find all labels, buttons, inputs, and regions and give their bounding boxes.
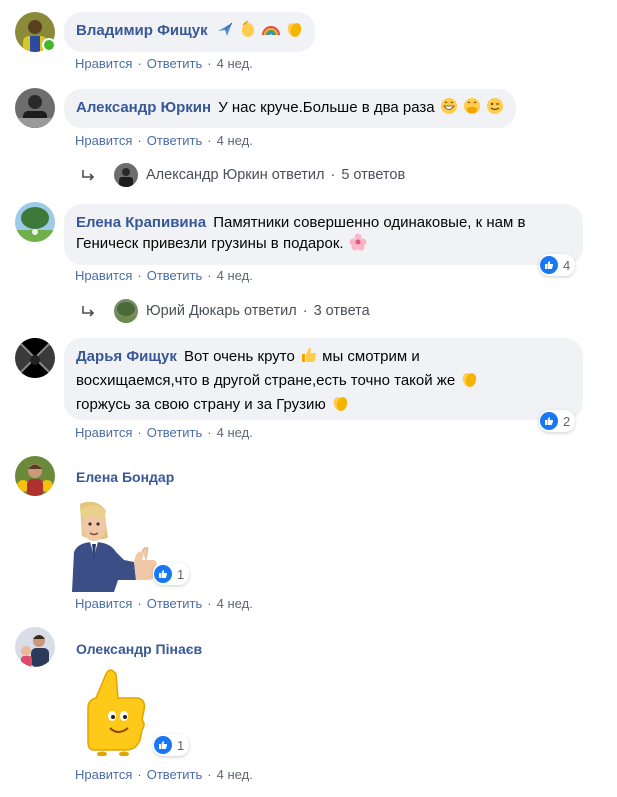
timestamp[interactable]: 4 нед. — [217, 268, 253, 283]
comment-bubble: Александр Юркин У нас круче.Больше в два… — [64, 89, 517, 128]
comment-author[interactable]: Александр Юркин — [76, 99, 211, 116]
comment-text: мы смотрим и — [322, 348, 420, 365]
comment-bubble: Владимир Фищук — [64, 12, 316, 52]
online-status-dot — [42, 38, 56, 52]
comment-text: горжусь за свою страну и за Грузию — [76, 396, 326, 413]
comment-author[interactable]: Владимир Фищук — [76, 22, 208, 39]
reply-link[interactable]: Ответить — [147, 425, 203, 440]
reaction-count[interactable]: 1 — [153, 734, 190, 756]
reaction-count[interactable]: 1 — [153, 563, 190, 585]
like-icon — [154, 736, 172, 754]
reply-count: 5 ответов — [341, 167, 406, 183]
comment-actions: Нравится · Ответить · 4 нед. — [75, 767, 253, 782]
comment-text: восхищаемся,что в другой стране,есть точ… — [76, 372, 456, 389]
comment-actions: Нравится · Ответить · 4 нед. — [75, 268, 253, 283]
reply-link[interactable]: Ответить — [147, 133, 203, 148]
like-icon — [154, 565, 172, 583]
reply-arrow-icon — [80, 303, 96, 319]
comment-author[interactable]: Елена Крапивина — [76, 214, 206, 231]
cartoon-man-thumbs-up-sticker — [64, 500, 162, 592]
clapping-hands-emoji — [285, 20, 303, 44]
comment-actions: Нравится · Ответить · 4 нед. — [75, 56, 253, 71]
reply-link[interactable]: Ответить — [147, 767, 203, 782]
like-link[interactable]: Нравится — [75, 56, 132, 71]
reply-link[interactable]: Ответить — [147, 596, 203, 611]
winking-face-emoji — [486, 97, 504, 121]
reply-count: 3 ответа — [313, 303, 370, 319]
reply-link[interactable]: Ответить — [147, 56, 203, 71]
grinning-face-emoji — [440, 97, 458, 121]
reaction-count[interactable]: 4 — [539, 254, 576, 276]
reply-arrow-icon — [80, 167, 96, 183]
comment-text: Вот очень круто — [184, 348, 295, 365]
comment-author[interactable]: Дарья Фищук — [76, 348, 177, 365]
thumbs-up-character-sticker — [80, 668, 152, 757]
clapping-hands-emoji — [331, 394, 349, 418]
reply-link[interactable]: Ответить — [147, 268, 203, 283]
like-link[interactable]: Нравится — [75, 596, 132, 611]
airplane-emoji — [216, 20, 234, 44]
avatar[interactable] — [15, 88, 55, 128]
hand-over-mouth-emoji — [463, 97, 481, 121]
view-replies[interactable]: Юрий Дюкарь ответил · 3 ответа — [80, 299, 370, 323]
comment-text: Геническ привезли грузины в подарок. — [76, 235, 344, 252]
comment-bubble: Елена Крапивина Памятники совершенно оди… — [64, 204, 583, 265]
reply-avatar — [114, 299, 138, 323]
comment-text: Памятники совершенно одинаковые, к нам в — [213, 214, 526, 231]
like-link[interactable]: Нравится — [75, 133, 132, 148]
avatar[interactable] — [15, 202, 55, 242]
comment-bubble: Дарья Фищук Вот очень круто мы смотрим и… — [64, 338, 583, 420]
avatar[interactable] — [15, 627, 55, 667]
comment-actions: Нравится · Ответить · 4 нед. — [75, 425, 253, 440]
comment-author[interactable]: Олександр Пінаєв — [76, 641, 202, 657]
comment-author[interactable]: Елена Бондар — [76, 469, 174, 485]
timestamp[interactable]: 4 нед. — [217, 425, 253, 440]
like-icon — [540, 256, 558, 274]
comment-actions: Нравится · Ответить · 4 нед. — [75, 596, 253, 611]
avatar[interactable] — [15, 456, 55, 496]
timestamp[interactable]: 4 нед. — [217, 133, 253, 148]
reaction-count[interactable]: 2 — [539, 410, 576, 432]
timestamp[interactable]: 4 нед. — [217, 56, 253, 71]
like-link[interactable]: Нравится — [75, 425, 132, 440]
view-replies[interactable]: Александр Юркин ответил · 5 ответов — [80, 163, 405, 187]
rainbow-emoji — [262, 20, 281, 44]
timestamp[interactable]: 4 нед. — [217, 596, 253, 611]
reply-author-text: Юрий Дюкарь ответил — [146, 303, 297, 319]
like-link[interactable]: Нравится — [75, 767, 132, 782]
clapping-hands-emoji — [460, 370, 478, 394]
thumbs-up-emoji — [300, 346, 318, 370]
like-icon — [540, 412, 558, 430]
timestamp[interactable]: 4 нед. — [217, 767, 253, 782]
blossom-emoji — [349, 233, 367, 257]
waving-hand-emoji — [239, 20, 257, 44]
like-link[interactable]: Нравится — [75, 268, 132, 283]
comment-text: У нас круче.Больше в два раза — [218, 99, 435, 116]
comment-actions: Нравится · Ответить · 4 нед. — [75, 133, 253, 148]
avatar[interactable] — [15, 338, 55, 378]
reply-author-text: Александр Юркин ответил — [146, 167, 325, 183]
reply-avatar — [114, 163, 138, 187]
